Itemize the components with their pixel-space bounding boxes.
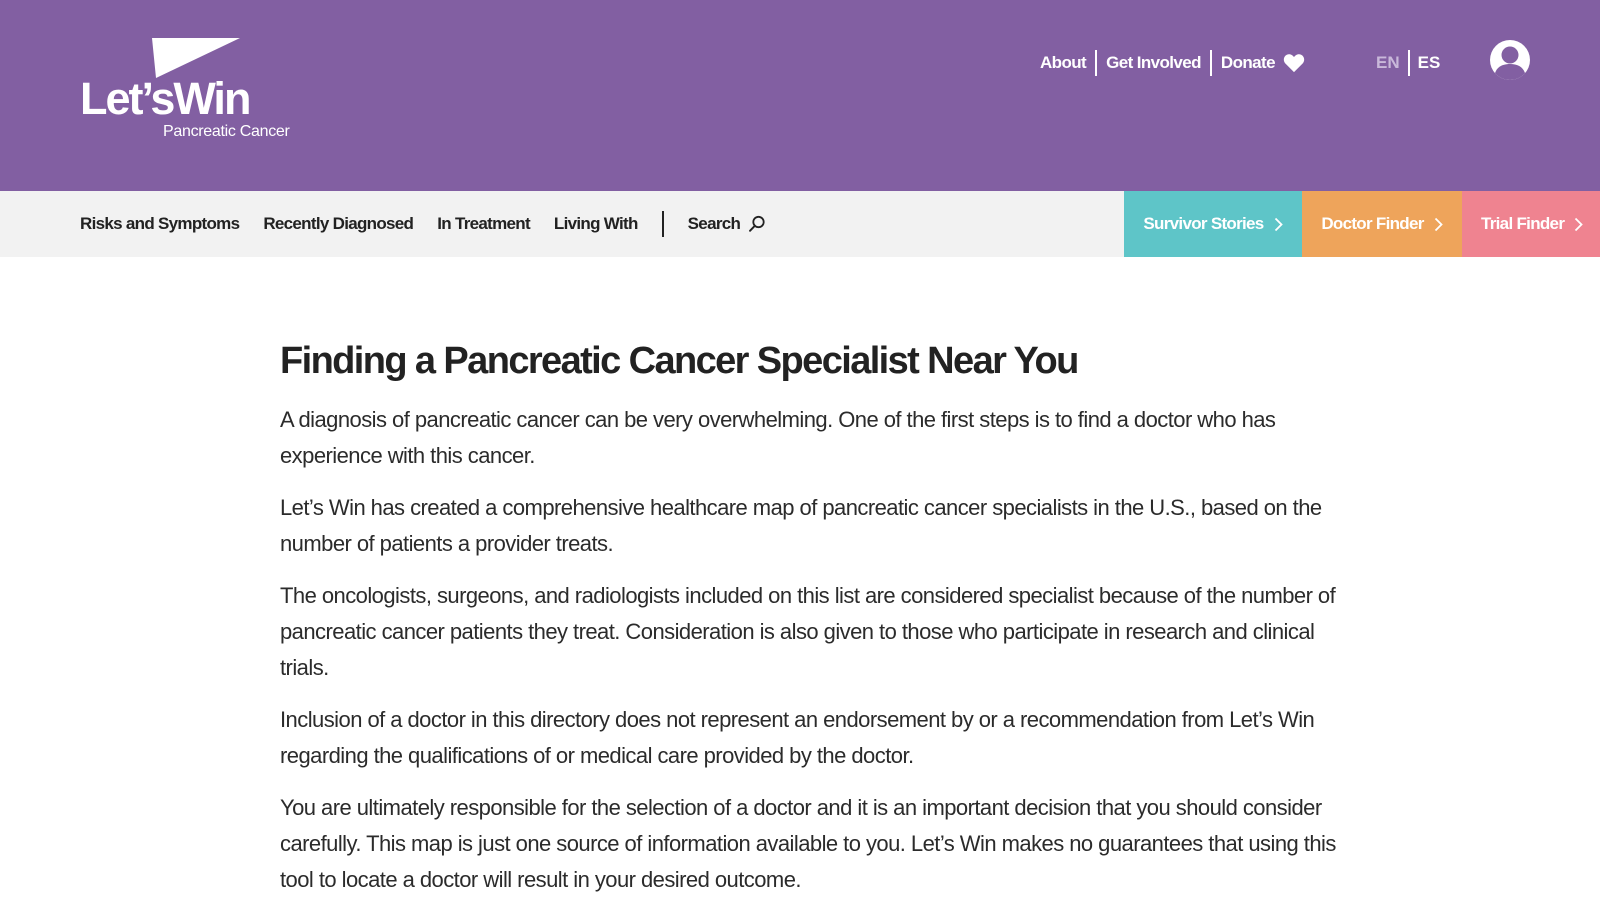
logo-tagline: Pancreatic Cancer: [163, 123, 290, 140]
survivor-stories-label: Survivor Stories: [1143, 214, 1264, 233]
article-content: Finding a Pancreatic Cancer Specialist N…: [280, 336, 1340, 914]
trial-finder-tab[interactable]: Trial Finder: [1462, 191, 1600, 257]
about-link[interactable]: About: [1040, 50, 1087, 76]
chevron-right-icon: [1574, 217, 1584, 232]
utility-nav: About Get Involved Donate: [1040, 50, 1305, 76]
main-nav: Risks and Symptoms Recently Diagnosed In…: [0, 191, 1600, 257]
language-switcher: EN ES: [1376, 50, 1440, 76]
nav-risks-and-symptoms[interactable]: Risks and Symptoms: [80, 214, 240, 234]
nav-divider: [661, 211, 664, 237]
doctor-finder-label: Doctor Finder: [1321, 214, 1424, 233]
get-involved-link[interactable]: Get Involved: [1106, 50, 1201, 76]
utility-divider: [1095, 50, 1098, 76]
search-icon: [748, 215, 766, 233]
user-avatar-icon[interactable]: [1490, 40, 1530, 80]
heart-icon[interactable]: [1283, 53, 1305, 73]
page-title: Finding a Pancreatic Cancer Specialist N…: [280, 340, 1079, 382]
chevron-right-icon: [1434, 217, 1443, 232]
article-paragraph: Inclusion of a doctor in this directory …: [280, 707, 1315, 768]
trial-finder-label: Trial Finder: [1481, 214, 1565, 233]
language-es[interactable]: ES: [1418, 50, 1441, 76]
site-header: Let’sWin Pancreatic Cancer About Get Inv…: [0, 0, 1600, 191]
nav-living-with[interactable]: Living With: [554, 214, 638, 234]
nav-recently-diagnosed[interactable]: Recently Diagnosed: [263, 214, 414, 234]
utility-divider: [1209, 50, 1212, 76]
survivor-stories-tab[interactable]: Survivor Stories: [1124, 191, 1302, 257]
site-logo[interactable]: Let’sWin Pancreatic Cancer: [80, 38, 320, 148]
language-divider: [1407, 50, 1410, 76]
chevron-right-icon: [1274, 217, 1283, 232]
donate-link[interactable]: Donate: [1221, 50, 1276, 76]
logo-wordmark: Let’sWin: [80, 73, 251, 124]
doctor-finder-tab[interactable]: Doctor Finder: [1302, 191, 1462, 257]
search-label: Search: [687, 214, 741, 233]
language-en[interactable]: EN: [1376, 50, 1400, 76]
article-paragraph: The oncologists, surgeons, and radiologi…: [280, 583, 1336, 680]
nav-in-treatment[interactable]: In Treatment: [437, 214, 530, 234]
article-paragraph: You are ultimately responsible for the s…: [280, 795, 1336, 892]
article-paragraph: Let’s Win has created a comprehensive he…: [280, 495, 1322, 556]
search-button[interactable]: Search: [688, 214, 767, 234]
article-paragraph: A diagnosis of pancreatic cancer can be …: [280, 407, 1276, 468]
logo-flag-icon: [152, 38, 240, 78]
